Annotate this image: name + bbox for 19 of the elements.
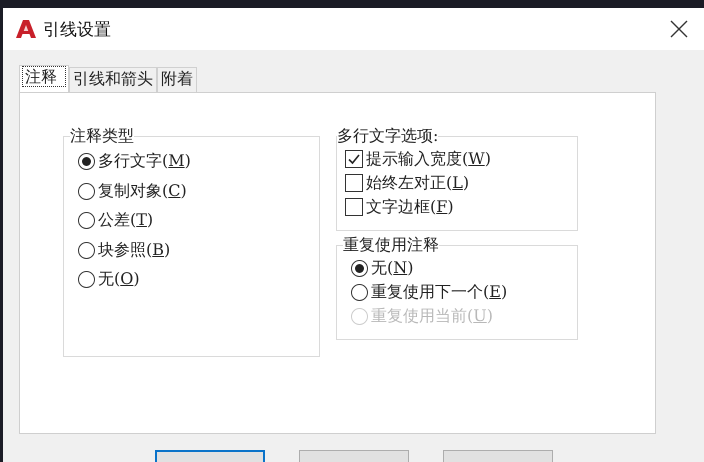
group-title: 多行文字选项: [337, 127, 438, 145]
radio-option[interactable]: 无(N) [351, 256, 577, 280]
checkbox-option[interactable]: 提示输入宽度(W) [345, 147, 577, 171]
radio-option[interactable]: 块参照(B) [78, 236, 319, 265]
checkbox-option[interactable]: 始终左对正(L) [345, 171, 577, 195]
app-logo-icon [16, 19, 36, 39]
radio-option[interactable]: 复制对象(C) [78, 176, 319, 206]
tab[interactable]: 引线和箭头 [69, 67, 157, 92]
radio-option[interactable]: 无(O) [78, 265, 319, 294]
close-icon[interactable] [670, 20, 688, 38]
window-title: 引线设置 [43, 18, 111, 40]
checkbox-option[interactable]: 文字边框(F) [345, 195, 577, 219]
tab[interactable]: 注释 [19, 65, 69, 92]
tab[interactable]: 附着 [157, 67, 197, 92]
radio-option[interactable]: 多行文字(M) [78, 147, 319, 176]
group-title: 注释类型 [70, 127, 134, 145]
radio-option[interactable]: 重复使用下一个(E) [351, 280, 577, 304]
radio-option[interactable]: 公差(T) [78, 206, 319, 236]
group-title: 重复使用注释 [343, 236, 439, 254]
